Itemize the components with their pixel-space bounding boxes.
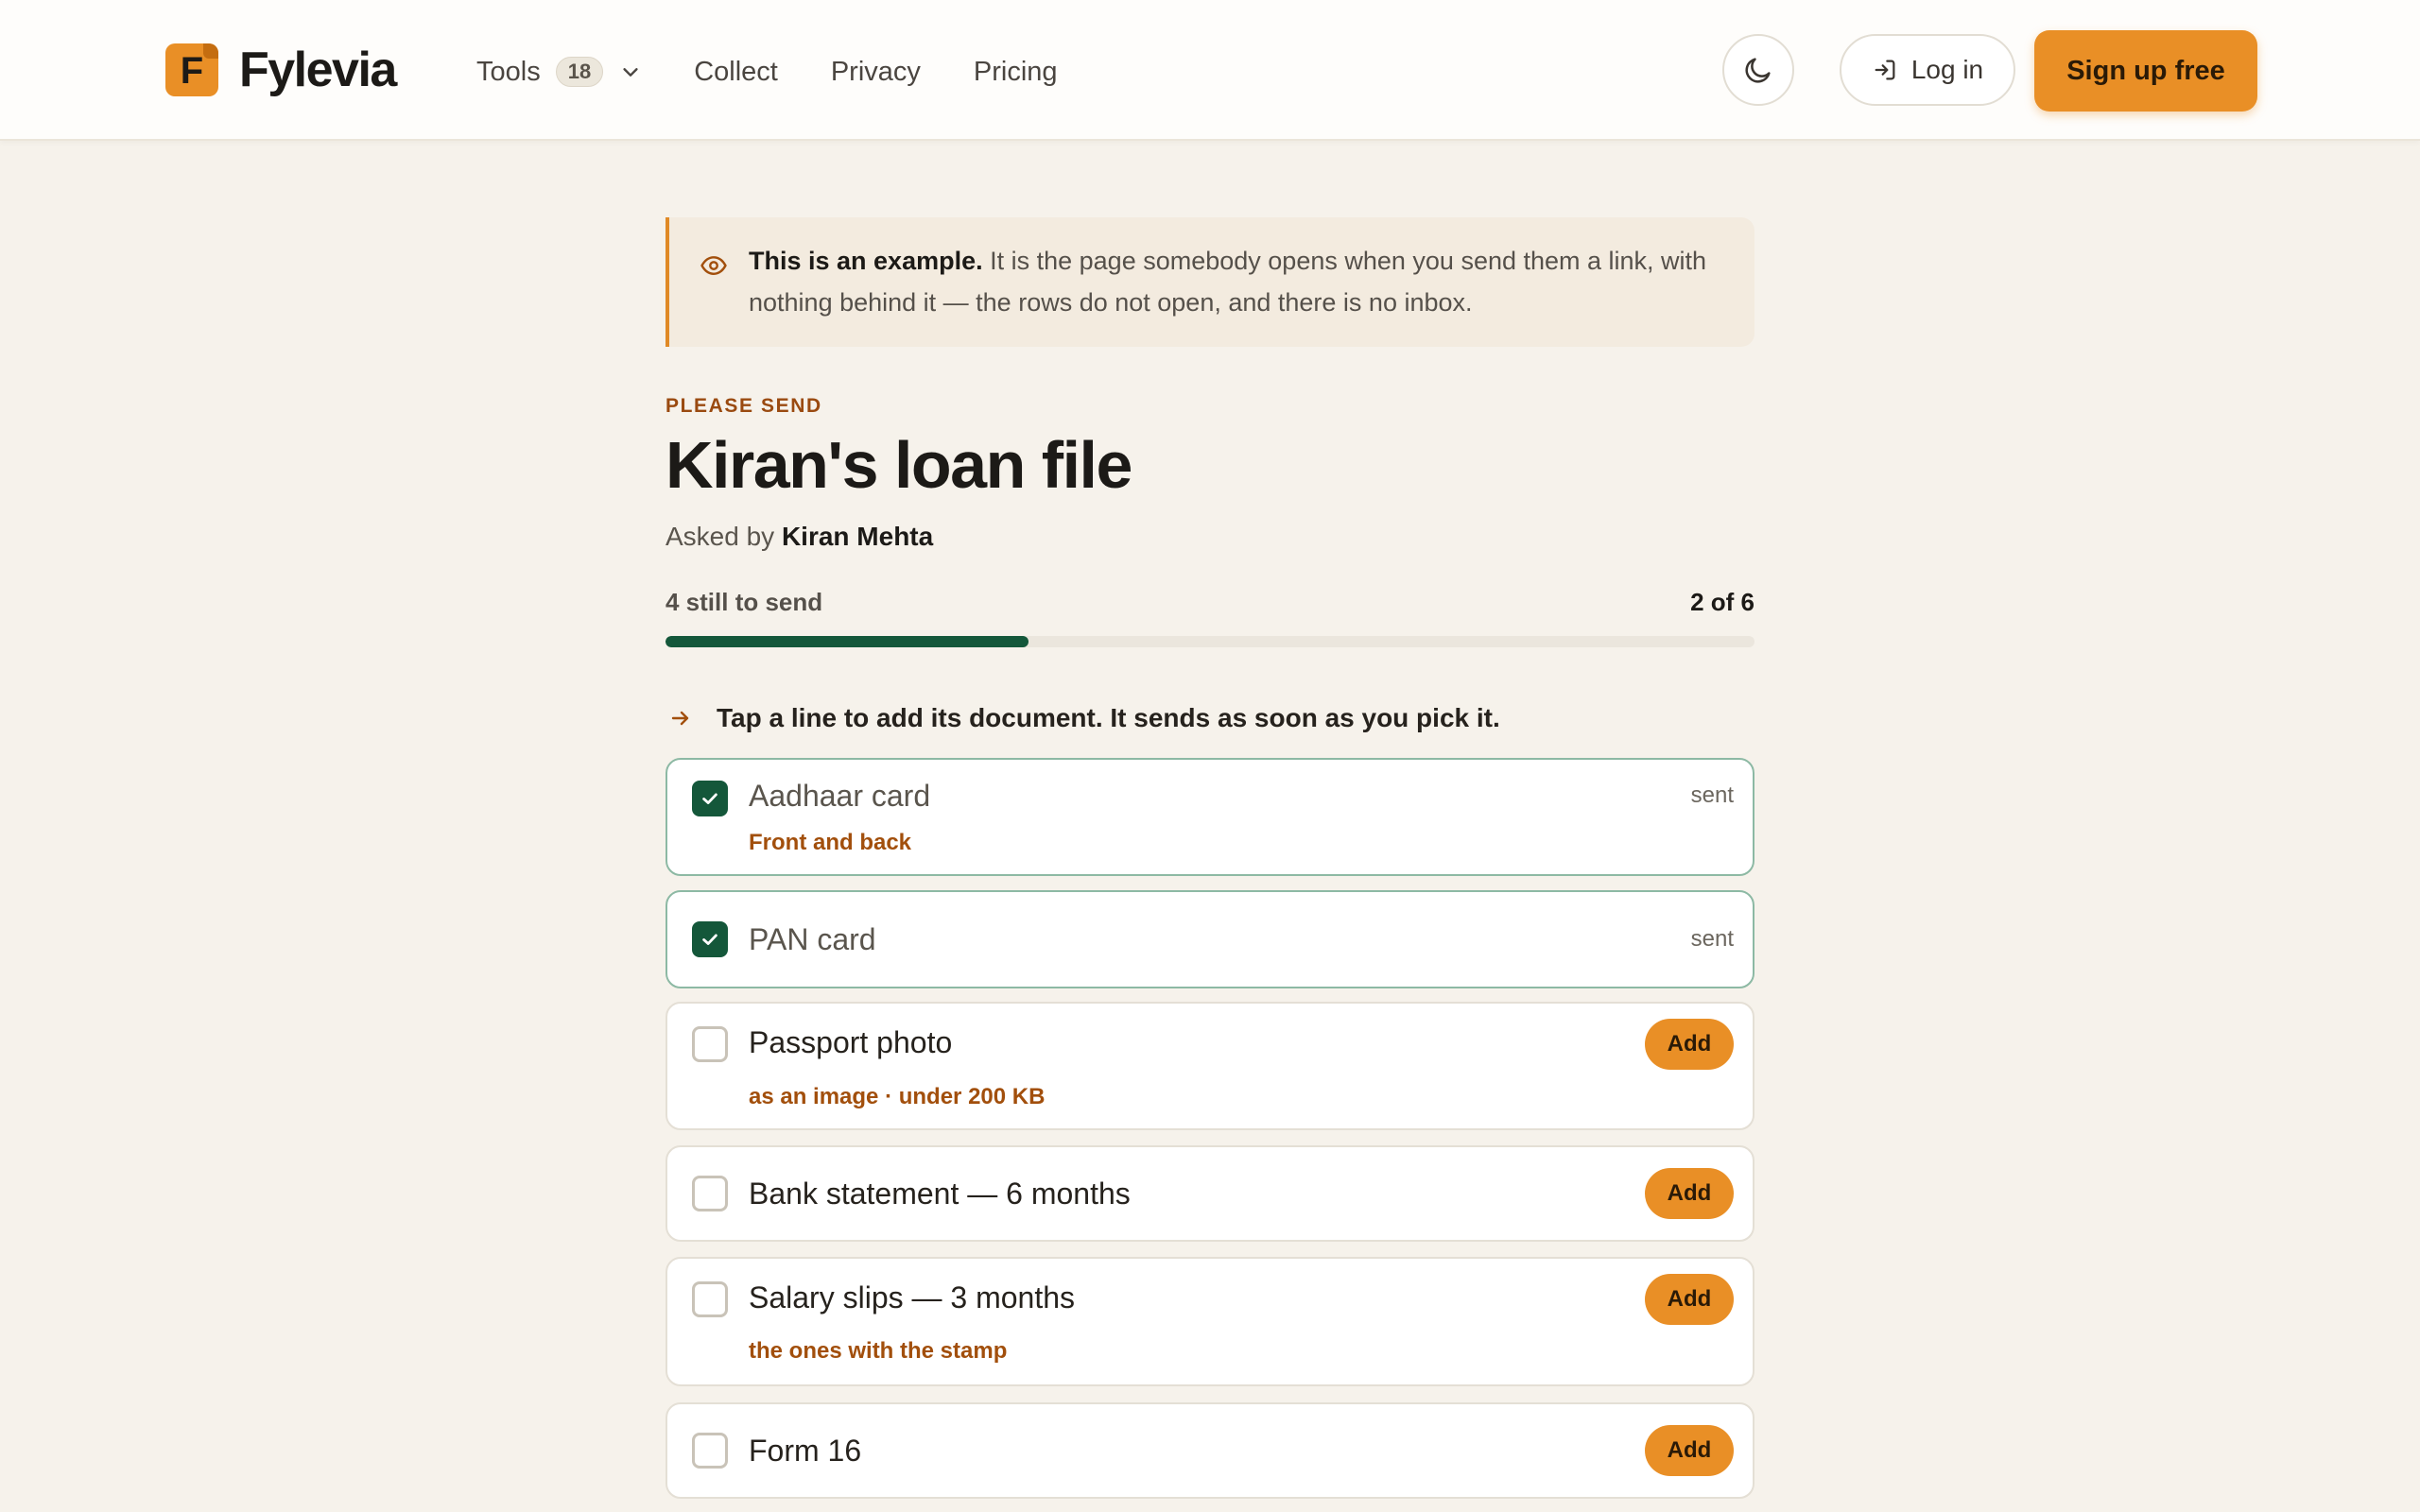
document-row-pan[interactable]: PAN card sent [666, 890, 1754, 988]
request-eyebrow: PLEASE SEND [666, 395, 822, 417]
row-label: Form 16 [749, 1434, 862, 1468]
logo-letter: F [180, 49, 204, 92]
row-label: Salary slips — 3 months [749, 1280, 1076, 1314]
tools-count-badge: 18 [555, 57, 604, 87]
notice-text: This is an example. It is the page someb… [749, 240, 1732, 323]
row-note: the ones with the stamp [749, 1338, 1008, 1364]
row-note: Front and back [749, 830, 912, 855]
hint-text: Tap a line to add its document. It sends… [717, 703, 1500, 732]
instruction-hint: Tap a line to add its document. It sends… [666, 699, 1500, 737]
document-row-bank-statement[interactable]: Bank statement — 6 months Add [666, 1145, 1754, 1242]
progress-fill [666, 636, 1028, 647]
document-row-aadhaar[interactable]: Aadhaar card Front and back sent [666, 758, 1754, 876]
login-icon [1875, 60, 1895, 80]
row-label: Aadhaar card [749, 779, 931, 813]
eye-icon [700, 256, 727, 275]
brand-logo[interactable]: F Fylevia [165, 43, 397, 97]
row-checkbox[interactable] [692, 781, 728, 816]
row-checkbox[interactable] [692, 1433, 728, 1469]
row-note: as an image · under 200 KB [749, 1084, 1046, 1109]
check-icon [702, 934, 717, 945]
row-label: PAN card [749, 922, 876, 956]
theme-toggle-button[interactable] [1722, 34, 1794, 106]
arrow-right-icon [671, 711, 689, 726]
row-status: sent [1690, 782, 1734, 808]
document-row-passport-photo[interactable]: Passport photo as an image · under 200 K… [666, 1002, 1754, 1130]
nav-privacy-link[interactable]: Privacy [831, 57, 921, 88]
row-label: Bank statement — 6 months [749, 1177, 1131, 1211]
page-title: Kiran's loan file [666, 428, 1132, 502]
row-status: sent [1690, 926, 1734, 952]
check-icon [702, 793, 717, 804]
top-navigation-bar: F Fylevia Tools 18 Collect Privacy Prici… [0, 0, 2420, 141]
login-button[interactable]: Log in [1840, 34, 2015, 106]
main-nav: Tools 18 Collect Privacy Pricing [476, 47, 1111, 96]
add-document-button[interactable]: Add [1645, 1425, 1734, 1476]
example-notice: This is an example. It is the page someb… [666, 217, 1754, 347]
nav-tools-menu[interactable]: Tools 18 [476, 57, 641, 88]
add-document-button[interactable]: Add [1645, 1274, 1734, 1325]
signup-button[interactable]: Sign up free [2034, 30, 2257, 112]
brand-name: Fylevia [239, 43, 397, 97]
document-row-form-16[interactable]: Form 16 Add [666, 1402, 1754, 1499]
requester-name: Kiran Mehta [781, 522, 934, 551]
row-checkbox[interactable] [692, 1281, 728, 1317]
row-checkbox[interactable] [692, 1026, 728, 1062]
add-document-button[interactable]: Add [1645, 1019, 1734, 1070]
add-document-button[interactable]: Add [1645, 1168, 1734, 1219]
moon-icon [1745, 58, 1771, 83]
progress-count: 2 of 6 [1690, 588, 1754, 616]
chevron-down-icon [623, 68, 638, 77]
row-checkbox[interactable] [692, 921, 728, 957]
logo-mark-icon: F [165, 43, 218, 96]
nav-pricing-link[interactable]: Pricing [974, 57, 1058, 88]
notice-lead: This is an example. [749, 247, 983, 275]
document-row-salary-slips[interactable]: Salary slips — 3 months the ones with th… [666, 1257, 1754, 1386]
progress-bar [666, 636, 1754, 647]
row-label: Passport photo [749, 1025, 953, 1059]
login-label: Log in [1910, 55, 1984, 84]
remaining-count: 4 still to send [666, 588, 823, 616]
row-checkbox[interactable] [692, 1176, 728, 1211]
requester-line: Asked by Kiran Mehta [666, 522, 933, 552]
asked-prefix: Asked by [666, 522, 782, 551]
nav-tools-label: Tools [476, 56, 541, 87]
nav-collect-link[interactable]: Collect [694, 57, 778, 88]
